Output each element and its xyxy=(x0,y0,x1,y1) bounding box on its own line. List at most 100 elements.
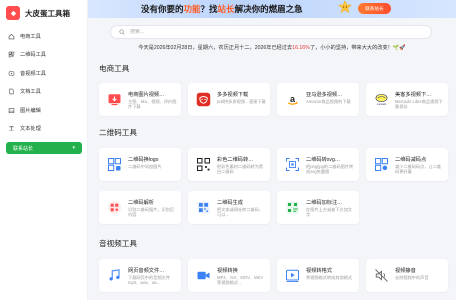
app-logo-icon xyxy=(6,6,20,20)
sidebar-item-av[interactable]: 音视频工具 xyxy=(0,64,87,83)
qrcode-logo-icon xyxy=(106,156,123,173)
tool-title: 视频转格式 xyxy=(306,268,332,274)
tool-card[interactable]: 电商图片视频… 主图、sku、视频、评价图片下载 xyxy=(99,83,181,116)
image-icon xyxy=(8,107,15,113)
banner-text-part: 解决你的燃眉之急 xyxy=(234,4,303,14)
tool-card[interactable]: 二维码生成 把文本或网址转二维码，可以… xyxy=(188,191,270,224)
tool-title: 二维码转svg… xyxy=(306,157,341,163)
section-title-av: 音视频工具 xyxy=(99,239,137,248)
tool-title: 二维码解析 xyxy=(128,200,154,206)
tool-card[interactable]: 视频静音 去除视频中的声音 xyxy=(366,259,448,292)
tool-title: 二维码减码点 xyxy=(395,157,427,163)
tool-description: MP4、AVI、MOV、MKV等视频格式… xyxy=(217,275,264,286)
section-title-qrcode: 二维码工具 xyxy=(99,128,137,137)
home-icon xyxy=(8,33,15,40)
sidebar-item-qrcode[interactable]: 二维码工具 xyxy=(0,46,87,65)
banner-highlight: 功能 xyxy=(183,4,201,14)
tool-description: 将视频格式转成其他格式 xyxy=(306,275,353,280)
qrcode-reduce-icon xyxy=(373,156,390,173)
tool-card[interactable]: 视频转格式 将视频格式转成其他格式 xyxy=(277,259,359,292)
tool-card[interactable]: 二维码解析 识别二维码图片，识别后内容 xyxy=(99,191,181,224)
tool-description: 二维码中间加图片 xyxy=(128,164,162,169)
banner-highlight: 站长 xyxy=(217,4,235,14)
tool-card[interactable]: 二维码换logo 二维码中间加图片 xyxy=(99,148,181,181)
banner-text-part: 没有你要的 xyxy=(141,4,184,14)
sidebar-item-image[interactable]: 图片编辑 xyxy=(0,101,87,120)
tool-description: Amazon商品视频的下载 xyxy=(306,99,351,104)
banner-contact-button[interactable]: 联系站长 xyxy=(358,3,391,14)
tool-title: 视频转换 xyxy=(217,268,238,274)
qrcode-label-icon xyxy=(284,199,301,216)
tool-card[interactable]: 网页音频文件… 下载网页中的音频文件mp3、wav、aa… xyxy=(99,259,181,292)
tool-description: 识别二维码图片，识别后内容 xyxy=(128,207,175,218)
sidebar-item-label: 文档工具 xyxy=(20,89,41,96)
tool-title: 美客多视频下… xyxy=(395,92,432,98)
search-input[interactable] xyxy=(130,29,410,35)
sidebar-item-ecommerce[interactable]: 电商工具 xyxy=(0,27,87,46)
qrcode-svg-icon xyxy=(284,156,301,173)
pinduoduo-icon xyxy=(195,91,212,108)
tool-description: 去除视频中的声音 xyxy=(395,275,429,280)
tool-description: 把png/jpg的二维码图片转成svg矢量图 xyxy=(306,164,354,175)
sidebar-item-document[interactable]: 文档工具 xyxy=(0,83,87,102)
section-title-ecommerce: 电商工具 xyxy=(99,64,130,73)
search-bar[interactable] xyxy=(110,25,432,39)
tool-card[interactable]: 视频转换 MP4、AVI、MOV、MKV等视频格式… xyxy=(188,259,270,292)
greeting-text: 了，小小的坚持，带来大大的改变！🌱🚀 xyxy=(309,45,406,51)
tool-card[interactable]: 二维码减码点 减少二维码码点，让二维码更好看 xyxy=(366,148,448,181)
sidebar-nav: 电商工具 二维码工具 音视频工具 文档工具 图片编辑 文本处理 xyxy=(0,27,87,138)
sidebar-item-label: 文本处理 xyxy=(20,126,41,133)
star-icon xyxy=(338,0,352,14)
tool-card[interactable]: 二维码加标注… 在图片上方或者下方加文字 xyxy=(277,191,359,224)
tool-title: 网页音频文件… xyxy=(128,268,165,274)
tool-description: 减少二维码码点，让二维码更好看 xyxy=(395,164,442,175)
tool-card[interactable]: 二维码转svg… 把png/jpg的二维码图片转成svg矢量图 xyxy=(277,148,359,181)
tool-description: 把彩色素材二维码转为黑白二维码 xyxy=(217,164,264,175)
tool-title: 二维码加标注… xyxy=(306,200,343,206)
tool-description: 把文本或网址转二维码，可以… xyxy=(217,207,264,218)
tool-card[interactable]: a 亚马逊多视频… Amazon商品视频的下载 xyxy=(277,83,359,116)
video-format-icon xyxy=(284,267,301,284)
tool-title: 二维码生成 xyxy=(217,200,243,206)
chevron-down-icon: ▾ xyxy=(72,145,75,151)
document-icon xyxy=(9,89,14,95)
video-convert-icon xyxy=(195,267,212,284)
audio-download-icon xyxy=(106,267,123,284)
tool-card[interactable]: mercado 美客多视频下… Mercado Libre商品视频下载保存 xyxy=(366,83,448,116)
promo-banner: 没有你要的功能？找站长解决你的燃眉之急 联系站长 xyxy=(88,0,456,18)
qrcode-generate-icon xyxy=(195,199,212,216)
video-mute-icon xyxy=(373,267,390,284)
tool-description: 下载网页中的音频文件mp3、wav、aa… xyxy=(128,275,170,286)
banner-text-part: ？找 xyxy=(200,4,218,14)
tool-title: 亚马逊多视频… xyxy=(306,92,343,98)
tool-title: 电商图片视频… xyxy=(128,92,165,98)
search-icon xyxy=(119,29,125,35)
mercadolibre-icon: mercado xyxy=(373,91,390,108)
tool-description: 在图片上方或者下方加文字 xyxy=(306,207,353,218)
sidebar-item-text[interactable]: 文本处理 xyxy=(0,120,87,139)
text-icon xyxy=(9,126,14,132)
tool-title: 彩色二维码转… xyxy=(217,157,254,163)
contact-admin-button[interactable]: 联系站长 ▾ xyxy=(6,142,82,154)
greeting-text: 今天是2026年02月28日，星期六，农历正月十二，2026年已经过去 xyxy=(138,45,293,51)
qrcode-icon xyxy=(8,52,15,58)
tool-card[interactable]: 多多视频下载 pdd拼多多视频…直接下载 xyxy=(188,83,270,116)
sidebar-item-label: 电商工具 xyxy=(20,33,41,40)
sidebar: 大皮蛋工具箱 电商工具 二维码工具 音视频工具 文档工具 图片编辑 文本处理 联… xyxy=(0,0,88,300)
brand[interactable]: 大皮蛋工具箱 xyxy=(0,1,87,25)
tool-card[interactable]: 彩色二维码转… 把彩色素材二维码转为黑白二维码 xyxy=(188,148,270,181)
ecommerce-download-icon xyxy=(106,91,123,108)
qrcode-decode-icon xyxy=(106,199,123,216)
date-greeting: 今天是2026年02月28日，星期六，农历正月十二，2026年已经过去16.16… xyxy=(88,44,456,51)
main-content: 没有你要的功能？找站长解决你的燃眉之急 联系站长 今天是2026年02月28日，… xyxy=(88,0,456,300)
qrcode-color-icon xyxy=(195,156,212,173)
year-progress-percent: 16.16% xyxy=(292,45,310,51)
sidebar-item-label: 音视频工具 xyxy=(20,70,46,77)
sidebar-item-label: 图片编辑 xyxy=(20,107,41,114)
sidebar-item-label: 二维码工具 xyxy=(20,52,46,59)
tool-title: 多多视频下载 xyxy=(217,92,249,98)
tool-description: Mercado Libre商品视频下载保存 xyxy=(395,99,443,110)
contact-admin-label: 联系站长 xyxy=(13,145,34,152)
tool-title: 二维码换logo xyxy=(128,157,159,163)
app-name: 大皮蛋工具箱 xyxy=(25,8,70,18)
